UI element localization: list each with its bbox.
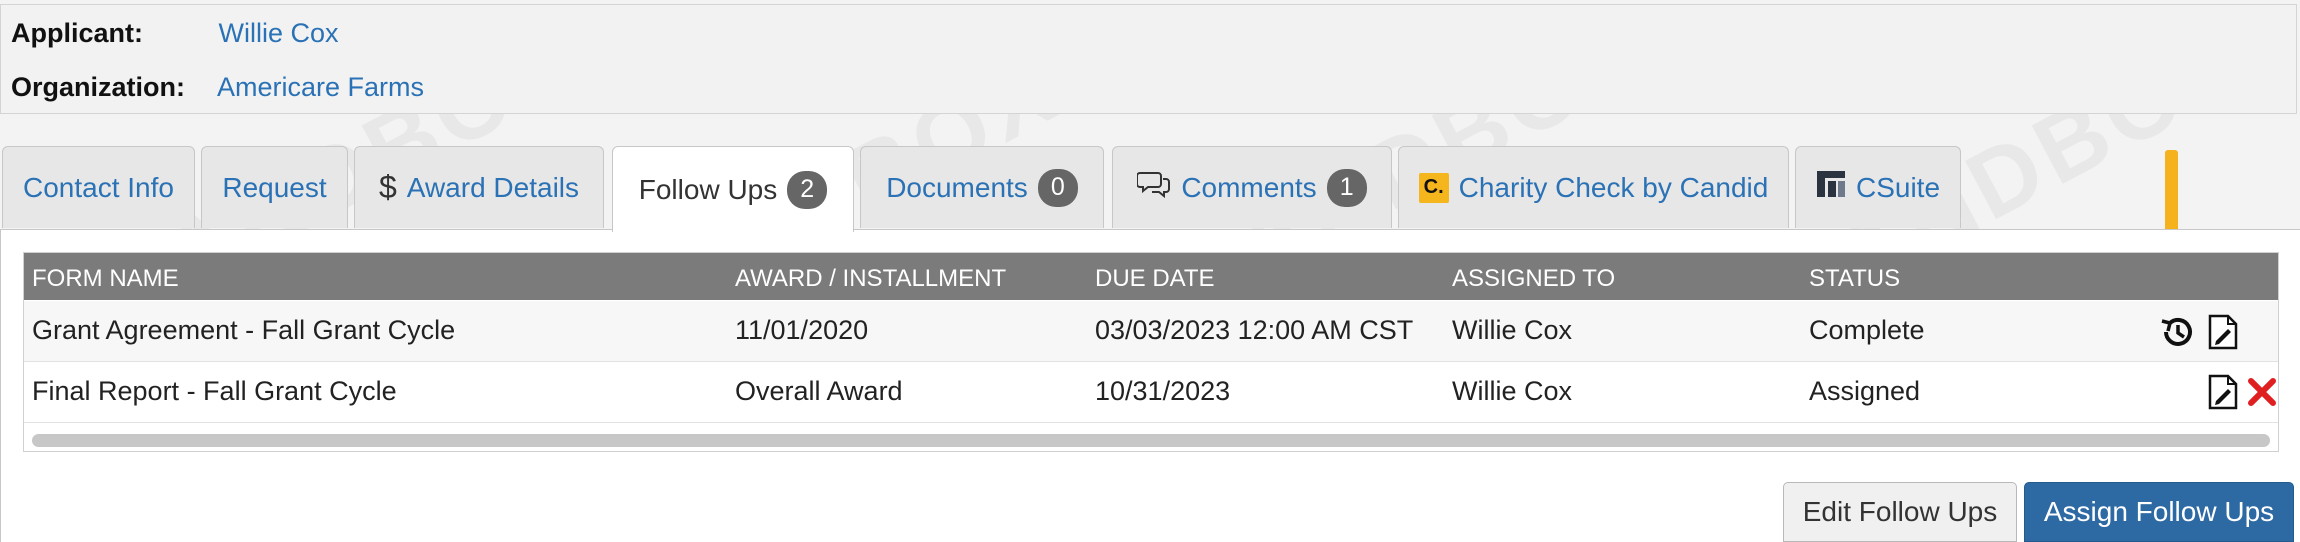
tab-label: Charity Check by Candid: [1458, 171, 1769, 203]
tab-label: Contact Info: [23, 171, 174, 203]
assigned-to-cell: Willie Cox: [1452, 376, 1573, 406]
column-header-assigned-to[interactable]: ASSIGNED TO: [1452, 265, 1615, 293]
tab-label: Documents: [886, 171, 1028, 203]
table-row: Grant Agreement - Fall Grant Cycle 11/01…: [24, 301, 2278, 362]
due-date-cell: 10/31/2023: [1095, 376, 1231, 406]
organization-label: Organization:: [11, 72, 185, 102]
award-cell: Overall Award: [735, 376, 903, 406]
documents-count-badge: 0: [1037, 168, 1078, 207]
tab-label: Request: [222, 171, 327, 203]
tab-documents[interactable]: Documents 0: [860, 146, 1104, 228]
edit-document-icon[interactable]: [2207, 313, 2239, 358]
follow-ups-grid: FORM NAME AWARD / INSTALLMENT DUE DATE A…: [23, 252, 2279, 452]
grid-header: FORM NAME AWARD / INSTALLMENT DUE DATE A…: [24, 253, 2278, 300]
applicant-panel: Applicant: Willie Cox Organization: Amer…: [0, 4, 2297, 114]
table-row: Final Report - Fall Grant Cycle Overall …: [24, 362, 2278, 423]
tab-award-details[interactable]: $ Award Details: [354, 146, 604, 228]
tab-label: Comments: [1181, 171, 1317, 203]
comments-count-badge: 1: [1326, 168, 1367, 207]
column-header-form-name[interactable]: FORM NAME: [32, 265, 179, 293]
tab-request[interactable]: Request: [201, 146, 348, 228]
form-name-cell: Final Report - Fall Grant Cycle: [32, 376, 397, 406]
edit-follow-ups-button[interactable]: Edit Follow Ups: [1783, 482, 2017, 542]
history-icon[interactable]: [2158, 313, 2196, 358]
tab-comments[interactable]: Comments 1: [1112, 146, 1392, 228]
tab-charity-check[interactable]: C. Charity Check by Candid: [1398, 146, 1789, 228]
column-header-status[interactable]: STATUS: [1809, 265, 1900, 293]
follow-ups-count-badge: 2: [787, 170, 828, 209]
tab-label: CSuite: [1855, 171, 1941, 203]
tab-bar: Contact Info Request $ Award Details Fol…: [0, 146, 2300, 232]
csuite-logo-icon: [1816, 169, 1846, 206]
column-header-due-date[interactable]: DUE DATE: [1095, 265, 1215, 293]
tab-csuite[interactable]: CSuite: [1795, 146, 1961, 228]
award-cell: 11/01/2020: [735, 315, 869, 345]
column-header-award[interactable]: AWARD / INSTALLMENT: [735, 265, 1006, 293]
tab-follow-ups[interactable]: Follow Ups 2: [612, 146, 854, 232]
organization-row: Organization: Americare Farms: [11, 72, 424, 103]
tab-label: Follow Ups: [638, 173, 778, 205]
due-date-cell: 03/03/2023 12:00 AM CST: [1095, 315, 1414, 345]
edit-document-icon[interactable]: [2207, 373, 2239, 418]
tab-contact-info[interactable]: Contact Info: [2, 146, 195, 228]
status-cell: Complete: [1809, 315, 1925, 345]
status-cell: Assigned: [1809, 376, 1921, 406]
dollar-icon: $: [378, 169, 397, 205]
organization-link[interactable]: Americare Farms: [217, 72, 424, 102]
comments-icon: [1136, 169, 1171, 206]
applicant-link[interactable]: Willie Cox: [219, 18, 339, 48]
form-name-cell: Grant Agreement - Fall Grant Cycle: [32, 315, 456, 345]
horizontal-scrollbar[interactable]: [32, 434, 2270, 447]
candid-logo-icon: C.: [1418, 172, 1449, 203]
assigned-to-cell: Willie Cox: [1452, 315, 1573, 345]
tab-label: Award Details: [406, 171, 580, 203]
applicant-label: Applicant:: [11, 18, 143, 48]
delete-x-icon[interactable]: [2246, 376, 2278, 415]
assign-follow-ups-button[interactable]: Assign Follow Ups: [2024, 482, 2294, 542]
applicant-row: Applicant: Willie Cox: [11, 18, 339, 49]
